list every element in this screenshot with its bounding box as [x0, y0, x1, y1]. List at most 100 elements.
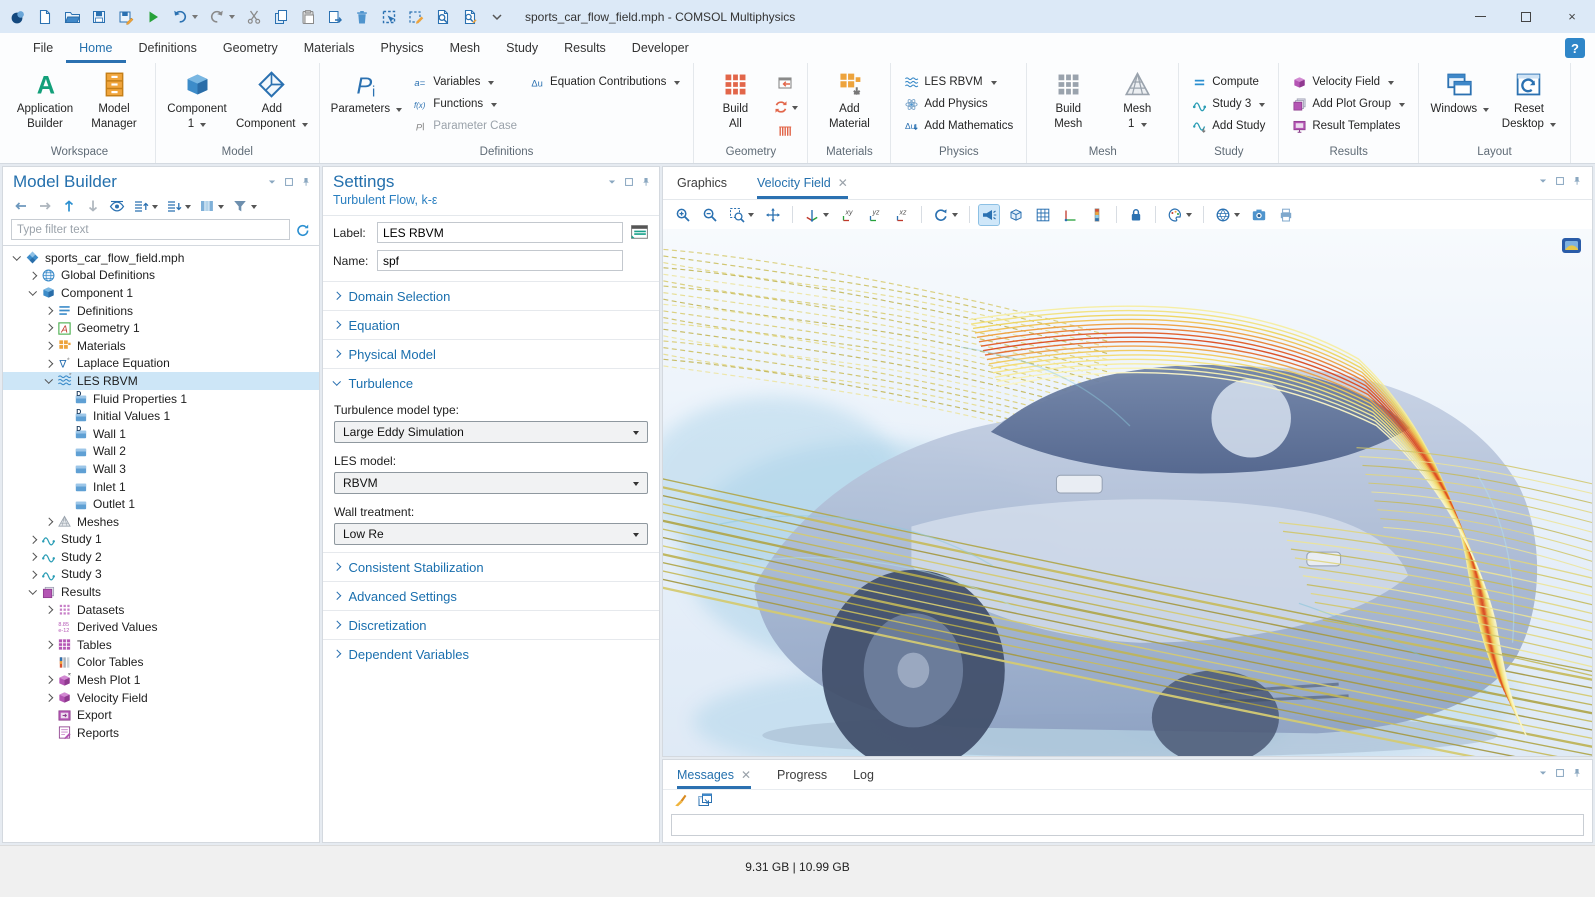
tree-item-velocity-field[interactable]: Velocity Field: [3, 689, 319, 707]
color-legend-button[interactable]: [1087, 205, 1107, 225]
tree-item-wall-1[interactable]: D Wall 1: [3, 425, 319, 443]
screenshot-button[interactable]: [1249, 205, 1269, 225]
environment-reflections-button[interactable]: [1213, 205, 1242, 225]
messages-output[interactable]: [671, 814, 1584, 836]
menu-study[interactable]: Study: [493, 33, 551, 63]
menu-geometry[interactable]: Geometry: [210, 33, 291, 63]
move-down-button[interactable]: [85, 198, 101, 214]
tree-item-tables[interactable]: Tables: [3, 636, 319, 654]
tree-expander-icon[interactable]: [43, 308, 55, 314]
combo-wall-treatment[interactable]: Low Re: [334, 523, 648, 545]
zoom-extents-button[interactable]: [763, 205, 783, 225]
annotate-button[interactable]: [408, 9, 424, 25]
tree-item-reports[interactable]: Reports: [3, 724, 319, 742]
velocity-field-button[interactable]: Velocity Field: [1287, 71, 1410, 93]
add-plot-group-button[interactable]: Add Plot Group: [1287, 93, 1410, 115]
tree-expander-icon[interactable]: [43, 325, 55, 331]
component-1-button[interactable]: Component1: [164, 68, 230, 134]
section-header-dependent-variables[interactable]: Dependent Variables: [323, 640, 659, 668]
tree-item-color-tables[interactable]: Color Tables: [3, 654, 319, 672]
les-rbvm-button[interactable]: LES RBVM: [899, 71, 1018, 93]
menu-mesh[interactable]: Mesh: [437, 33, 494, 63]
add-mathematics-button[interactable]: ΔuAdd Mathematics: [899, 115, 1018, 137]
menu-materials[interactable]: Materials: [291, 33, 368, 63]
section-header-turbulence[interactable]: Turbulence: [323, 369, 659, 397]
run-button[interactable]: [145, 9, 161, 25]
add-physics-button[interactable]: Add Physics: [899, 93, 1018, 115]
section-header-discretization[interactable]: Discretization: [323, 611, 659, 639]
zoom-find-button[interactable]: [462, 9, 478, 25]
windows-button[interactable]: Windows: [1427, 68, 1493, 119]
rename-label-icon[interactable]: [630, 223, 649, 242]
tree-item-geometry-1[interactable]: A Geometry 1: [3, 319, 319, 337]
customize-toolbar-button[interactable]: [489, 9, 505, 25]
nav-forward-button[interactable]: [37, 198, 53, 214]
menu-developer[interactable]: Developer: [619, 33, 702, 63]
menu-home[interactable]: Home: [66, 33, 125, 63]
refresh-filter-button[interactable]: [295, 222, 311, 238]
menu-file[interactable]: File: [20, 33, 66, 63]
axis-orientation-button[interactable]: [1060, 205, 1080, 225]
tree-item-meshes[interactable]: Meshes: [3, 513, 319, 531]
label-field-input[interactable]: [377, 222, 623, 243]
expand-all-button[interactable]: [166, 198, 191, 214]
tree-filter-button[interactable]: [232, 198, 257, 214]
undo-button[interactable]: [172, 9, 198, 25]
model-manager-button[interactable]: ModelManager: [81, 68, 147, 134]
save-button[interactable]: [91, 9, 107, 25]
tree-item-study-3[interactable]: Study 3: [3, 566, 319, 584]
new-file-button[interactable]: [37, 9, 53, 25]
tree-item-export[interactable]: Export: [3, 706, 319, 724]
open-in-new-window-button[interactable]: [697, 792, 713, 811]
tree-expander-icon[interactable]: [43, 378, 55, 384]
tree-expander-icon[interactable]: [27, 273, 39, 279]
panel-float-icon[interactable]: [1555, 176, 1565, 186]
tree-item-les-rbvm[interactable]: * LES RBVM: [3, 372, 319, 390]
rotate-button[interactable]: [931, 205, 960, 225]
tree-filter-input[interactable]: [11, 219, 290, 240]
import-geometry-button[interactable]: [771, 71, 799, 95]
variables-button[interactable]: a=Variables: [408, 71, 522, 93]
tree-expander-icon[interactable]: [43, 695, 55, 701]
menu-definitions[interactable]: Definitions: [126, 33, 210, 63]
section-header-domain-selection[interactable]: Domain Selection: [323, 282, 659, 310]
panel-pin-icon[interactable]: [301, 177, 311, 187]
move-up-button[interactable]: [61, 198, 77, 214]
tree-item-outlet-1[interactable]: Outlet 1: [3, 495, 319, 513]
combo-turbulence-model-type[interactable]: Large Eddy Simulation: [334, 421, 648, 443]
tree-item-initial-values-1[interactable]: D Initial Values 1: [3, 407, 319, 425]
graphics-canvas[interactable]: [663, 229, 1592, 756]
tree-item-materials[interactable]: Materials: [3, 337, 319, 355]
compute-button[interactable]: Compute: [1187, 71, 1270, 93]
transparency-button[interactable]: [1006, 205, 1026, 225]
tree-expander-icon[interactable]: [43, 607, 55, 613]
zoom-out-button[interactable]: [700, 205, 720, 225]
equation-contributions-button[interactable]: ΔuEquation Contributions: [525, 71, 685, 93]
tree-item-fluid-properties-1[interactable]: D Fluid Properties 1: [3, 390, 319, 408]
add-material-button[interactable]: AddMaterial: [816, 68, 882, 134]
cut-button[interactable]: [246, 9, 262, 25]
result-templates-button[interactable]: Result Templates: [1287, 115, 1410, 137]
close-tab-icon[interactable]: ✕: [741, 768, 751, 782]
build-all-button[interactable]: BuildAll: [702, 68, 768, 134]
velocity-field-visualization[interactable]: [663, 229, 1592, 756]
view-xy-button[interactable]: xy: [838, 205, 858, 225]
tree-item-study-2[interactable]: Study 2: [3, 548, 319, 566]
tab-log[interactable]: Log: [853, 760, 874, 789]
panel-menu-icon[interactable]: [1538, 176, 1548, 186]
tree-item-sports-car-flow-field-mph[interactable]: sports_car_flow_field.mph: [3, 249, 319, 267]
redo-button[interactable]: [209, 9, 235, 25]
zoom-in-button[interactable]: [673, 205, 693, 225]
comsol-logo-button[interactable]: [10, 9, 26, 25]
tab-graphics[interactable]: Graphics: [677, 167, 727, 199]
section-header-consistent-stabilization[interactable]: Consistent Stabilization: [323, 553, 659, 581]
panel-menu-icon[interactable]: [267, 177, 277, 187]
view-xz-button[interactable]: xz: [892, 205, 912, 225]
tree-item-results[interactable]: Results: [3, 583, 319, 601]
scene-light-button[interactable]: [979, 205, 999, 225]
menu-results[interactable]: Results: [551, 33, 619, 63]
build-mesh-button[interactable]: BuildMesh: [1035, 68, 1101, 134]
tree-expander-icon[interactable]: [27, 537, 39, 543]
copy-button[interactable]: [273, 9, 289, 25]
zoom-box-button[interactable]: [727, 205, 756, 225]
